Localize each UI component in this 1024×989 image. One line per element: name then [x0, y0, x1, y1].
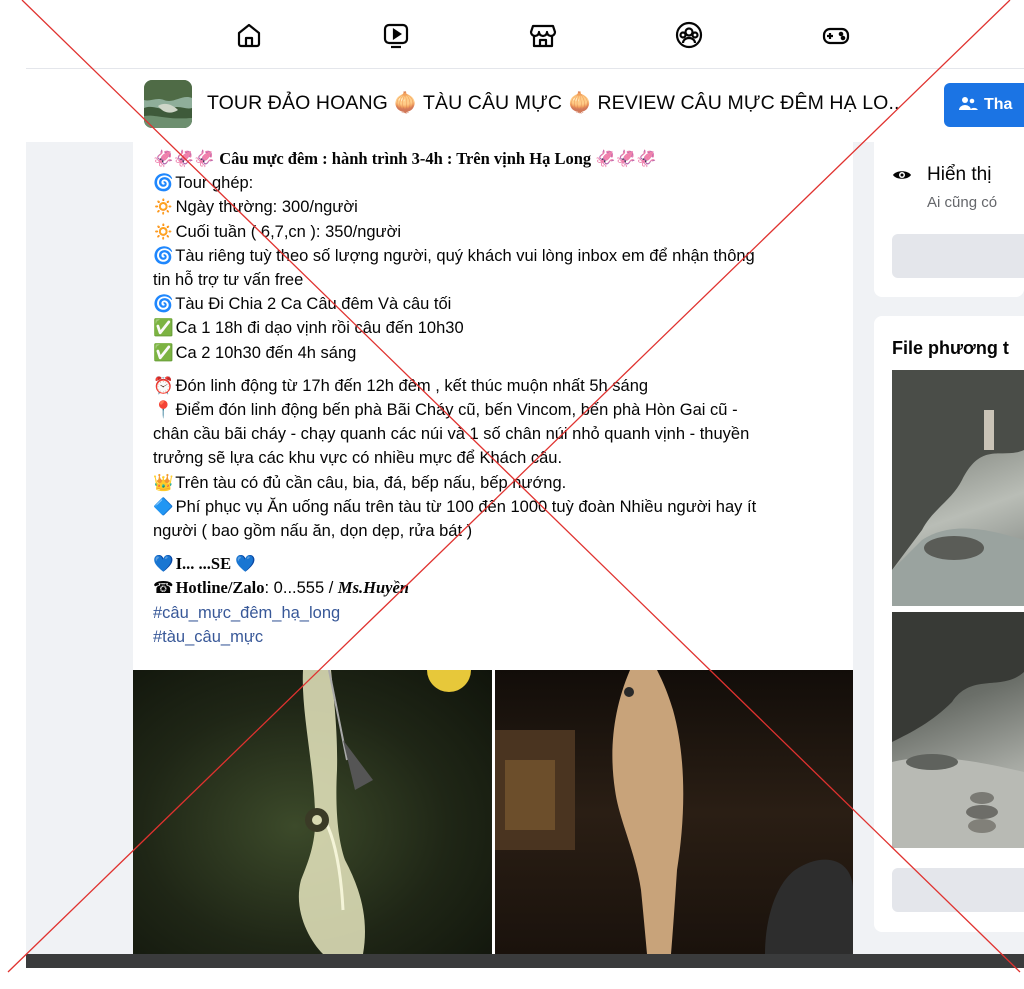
groups-icon[interactable]	[674, 20, 704, 50]
post-line-text: Câu mực đêm : hành trình 3-4h : Trên vịn…	[219, 149, 657, 168]
hotline-line: ☎ Hotline/Zalo: 0...555 / Ms.Huyền	[153, 576, 843, 600]
media-thumbnail[interactable]	[892, 370, 1024, 606]
post-line-text: trưởng sẽ lựa các khu vực có nhiều mực đ…	[153, 449, 563, 468]
post-line: ✅ Ca 1 18h đi dạo vịnh rồi câu đến 10h30	[153, 316, 843, 340]
post-line: 🌀 Tàu riêng tuỳ theo số lượng người, quý…	[153, 244, 843, 268]
post-line-text: Tour ghép:	[175, 174, 254, 193]
post-line-text: I... ...SE 💙	[175, 554, 256, 574]
post-line: 🌀 Tàu Đi Chia 2 Ca Câu đêm Và câu tối	[153, 292, 843, 316]
post-line-text: chân cầu bãi cháy - chạy quanh các núi v…	[153, 425, 750, 444]
post-line-text: Đón linh động từ 17h đến 12h đêm , kết t…	[175, 376, 649, 395]
post-body: 🦑🦑🦑 Câu mực đêm : hành trình 3-4h : Trên…	[153, 147, 843, 649]
cyclone-emoji: 🌀	[153, 246, 174, 265]
post-line: người ( bao gồm nấu ăn, dọn dẹp, rửa bát…	[153, 519, 843, 543]
home-icon[interactable]	[234, 20, 264, 50]
hotline-value: : 0...555 /	[264, 579, 338, 598]
join-group-label: Tha	[984, 96, 1013, 113]
join-group-button[interactable]: Tha	[944, 83, 1024, 127]
post-line: 🌀 Tour ghép:	[153, 171, 843, 195]
post-line: 🔷 Phí phục vụ Ăn uống nấu trên tàu từ 10…	[153, 495, 843, 519]
files-title: File phương t	[892, 338, 1009, 358]
hashtag-link[interactable]: #tàu_câu_mực	[153, 625, 843, 649]
cyclone-emoji: 🌀	[153, 295, 174, 314]
post-line: 🦑🦑🦑 Câu mực đêm : hành trình 3-4h : Trên…	[153, 147, 843, 171]
post-line: ⏰ Đón linh động từ 17h đến 12h đêm , kết…	[153, 374, 843, 398]
gaming-icon[interactable]	[821, 20, 851, 50]
check-emoji: ✅	[153, 319, 174, 338]
hotline-label: Hotline/Zalo	[175, 578, 265, 598]
files-card: File phương t	[874, 316, 1024, 932]
check-emoji: ✅	[153, 343, 174, 362]
post-line-text: Ca 2 10h30 đến 4h sáng	[175, 343, 357, 362]
post-line: chân cầu bãi cháy - chạy quanh các núi v…	[153, 422, 843, 446]
visibility-title: Hiển thị	[927, 164, 992, 185]
post-line: 📍 Điểm đón linh động bến phà Bãi Cháy cũ…	[153, 398, 843, 422]
watch-icon[interactable]	[381, 20, 411, 50]
hashtag-link[interactable]: #câu_mực_đêm_hạ_long	[153, 601, 843, 625]
group-cover-thumbnail[interactable]	[144, 80, 192, 128]
marketplace-icon[interactable]	[528, 20, 558, 50]
telephone-emoji: ☎	[153, 579, 174, 598]
post-line-text: tin hỗ trợ tư vấn free	[153, 271, 304, 290]
see-all-button[interactable]	[892, 868, 1024, 912]
post-line: 👑 Trên tàu có đủ cần câu, bia, đá, bếp n…	[153, 471, 843, 495]
eye-icon	[892, 166, 912, 187]
post-line: ✅ Ca 2 10h30 đến 4h sáng	[153, 341, 843, 365]
cyclone-emoji: 🌀	[153, 174, 174, 193]
post-line-text: Ngày thường: 300/người	[175, 198, 358, 217]
post-card: 🦑🦑🦑 Câu mực đêm : hành trình 3-4h : Trên…	[133, 142, 853, 954]
post-line: trưởng sẽ lựa các khu vực có nhiều mực đ…	[153, 446, 843, 470]
group-header-bar: TOUR ĐẢO HOANG 🧅 TÀU CÂU MỰC 🧅 REVIEW CÂ…	[26, 68, 1024, 142]
media-thumbnail[interactable]	[892, 612, 1024, 848]
post-line: tin hỗ trợ tư vấn free	[153, 268, 843, 292]
learn-more-button[interactable]	[892, 234, 1024, 278]
alarm-clock-emoji: ⏰	[153, 376, 174, 395]
post-photo-squid-left[interactable]	[133, 670, 492, 954]
pin-emoji: 📍	[153, 401, 174, 420]
post-line-text: Tàu riêng tuỳ theo số lượng người, quý k…	[175, 246, 755, 265]
blue-heart-emoji: 💙	[153, 555, 174, 574]
post-photo-squid-right[interactable]	[495, 670, 853, 954]
post-line-text: Phí phục vụ Ăn uống nấu trên tàu từ 100 …	[175, 497, 757, 516]
bottom-bar	[26, 954, 1024, 968]
visibility-description: Ai cũng có	[927, 194, 998, 211]
post-line-text: Tàu Đi Chia 2 Ca Câu đêm Và câu tối	[175, 295, 452, 314]
about-card: Hiển thị Ai cũng có	[874, 142, 1024, 297]
post-line-text: Cuối tuần ( 6,7,cn ): 350/người	[175, 222, 402, 241]
crown-emoji: 👑	[153, 473, 174, 492]
squid-emoji: 🦑🦑🦑	[153, 150, 215, 168]
post-line-text: Ca 1 18h đi dạo vịnh rồi câu đến 10h30	[175, 319, 464, 338]
post-line-text: Điểm đón linh động bến phà Bãi Cháy cũ, …	[175, 401, 738, 420]
top-navigation	[26, 0, 1024, 68]
sun-emoji: 🔅	[153, 198, 174, 217]
sun-emoji: 🔅	[153, 222, 174, 241]
post-line-text: người ( bao gồm nấu ăn, dọn dẹp, rửa bát…	[153, 522, 473, 541]
post-line: 🔅 Cuối tuần ( 6,7,cn ): 350/người	[153, 220, 843, 244]
post-line: 🔅 Ngày thường: 300/người	[153, 195, 843, 219]
members-icon	[958, 95, 978, 116]
post-line: 💙 I... ...SE 💙	[153, 552, 843, 576]
diamond-emoji: 🔷	[153, 497, 174, 516]
group-title[interactable]: TOUR ĐẢO HOANG 🧅 TÀU CÂU MỰC 🧅 REVIEW CÂ…	[207, 91, 899, 115]
post-line-text: Trên tàu có đủ cần câu, bia, đá, bếp nấu…	[175, 473, 567, 492]
hotline-name: Ms.Huyền	[337, 578, 409, 598]
